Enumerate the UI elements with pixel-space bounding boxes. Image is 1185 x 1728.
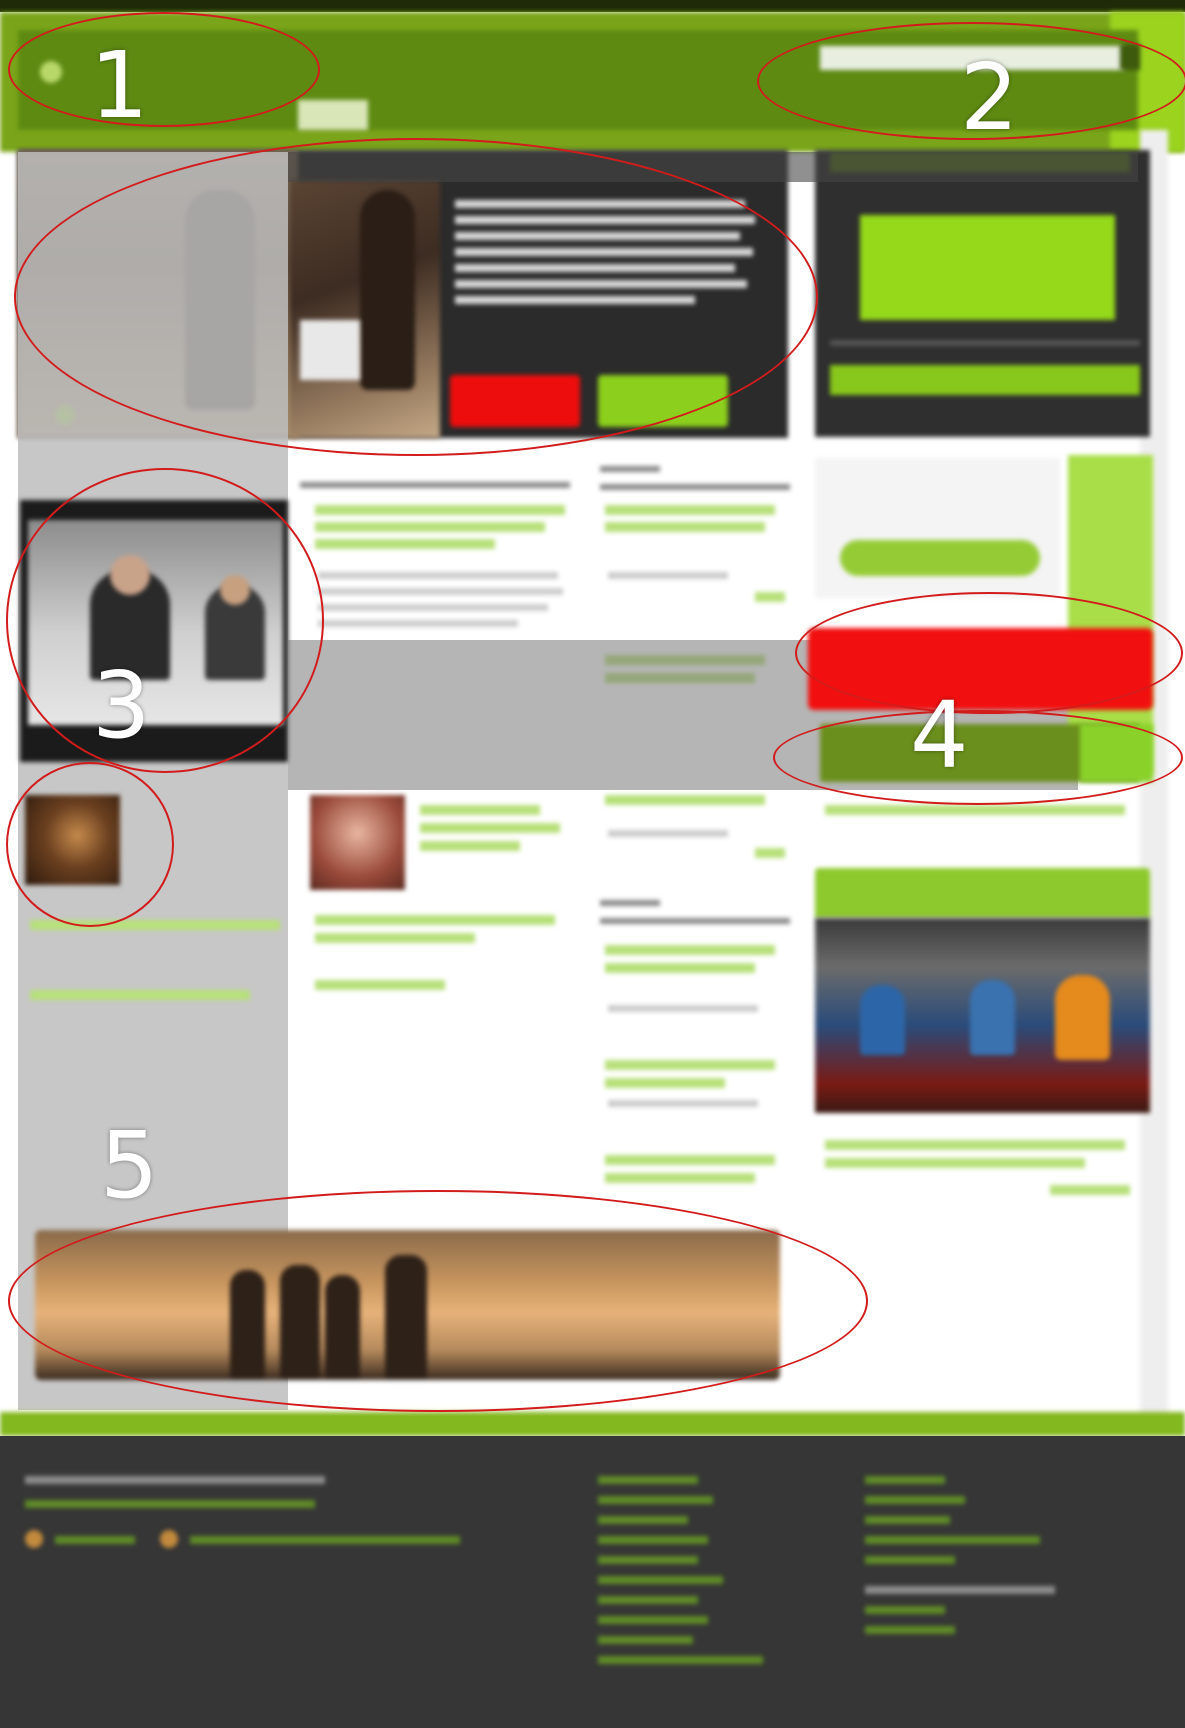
annotation-ring-3 [6,468,324,773]
footer-link[interactable] [865,1496,965,1504]
annotation-ring-thumb [6,762,174,927]
annotation-number: 1 [90,32,149,139]
footer-link[interactable] [598,1536,708,1544]
footer-link[interactable] [865,1626,955,1634]
footer-link[interactable] [55,1536,135,1544]
annotation-number: 2 [960,44,1019,151]
footer-link[interactable] [25,1500,315,1508]
annotation-number: 5 [100,1112,159,1219]
footer-text [25,1476,325,1484]
footer-link[interactable] [865,1606,945,1614]
annotation-ring-4a [795,592,1183,714]
footer-link[interactable] [865,1516,950,1524]
footer-link[interactable] [598,1616,708,1624]
rss-icon[interactable] [25,1530,43,1548]
footer-link[interactable] [598,1656,763,1664]
footer-link[interactable] [865,1476,945,1484]
annotation-ring-4b [773,710,1183,805]
rss-icon[interactable] [160,1530,178,1548]
footer-link[interactable] [598,1496,713,1504]
footer-link[interactable] [190,1536,460,1544]
footer-heading [865,1586,1055,1594]
annotation-number: 3 [92,652,151,759]
footer-link[interactable] [598,1476,698,1484]
footer-link[interactable] [598,1516,688,1524]
footer-link[interactable] [598,1556,698,1564]
footer-link[interactable] [598,1636,693,1644]
annotation-ring-1 [8,12,320,127]
footer-link[interactable] [598,1576,723,1584]
annotation-ring-feature [14,138,818,456]
footer-link[interactable] [865,1556,955,1564]
annotation-number: 4 [910,682,969,789]
footer-link[interactable] [865,1536,1040,1544]
footer-link[interactable] [598,1596,698,1604]
annotation-ring-5 [8,1190,868,1412]
